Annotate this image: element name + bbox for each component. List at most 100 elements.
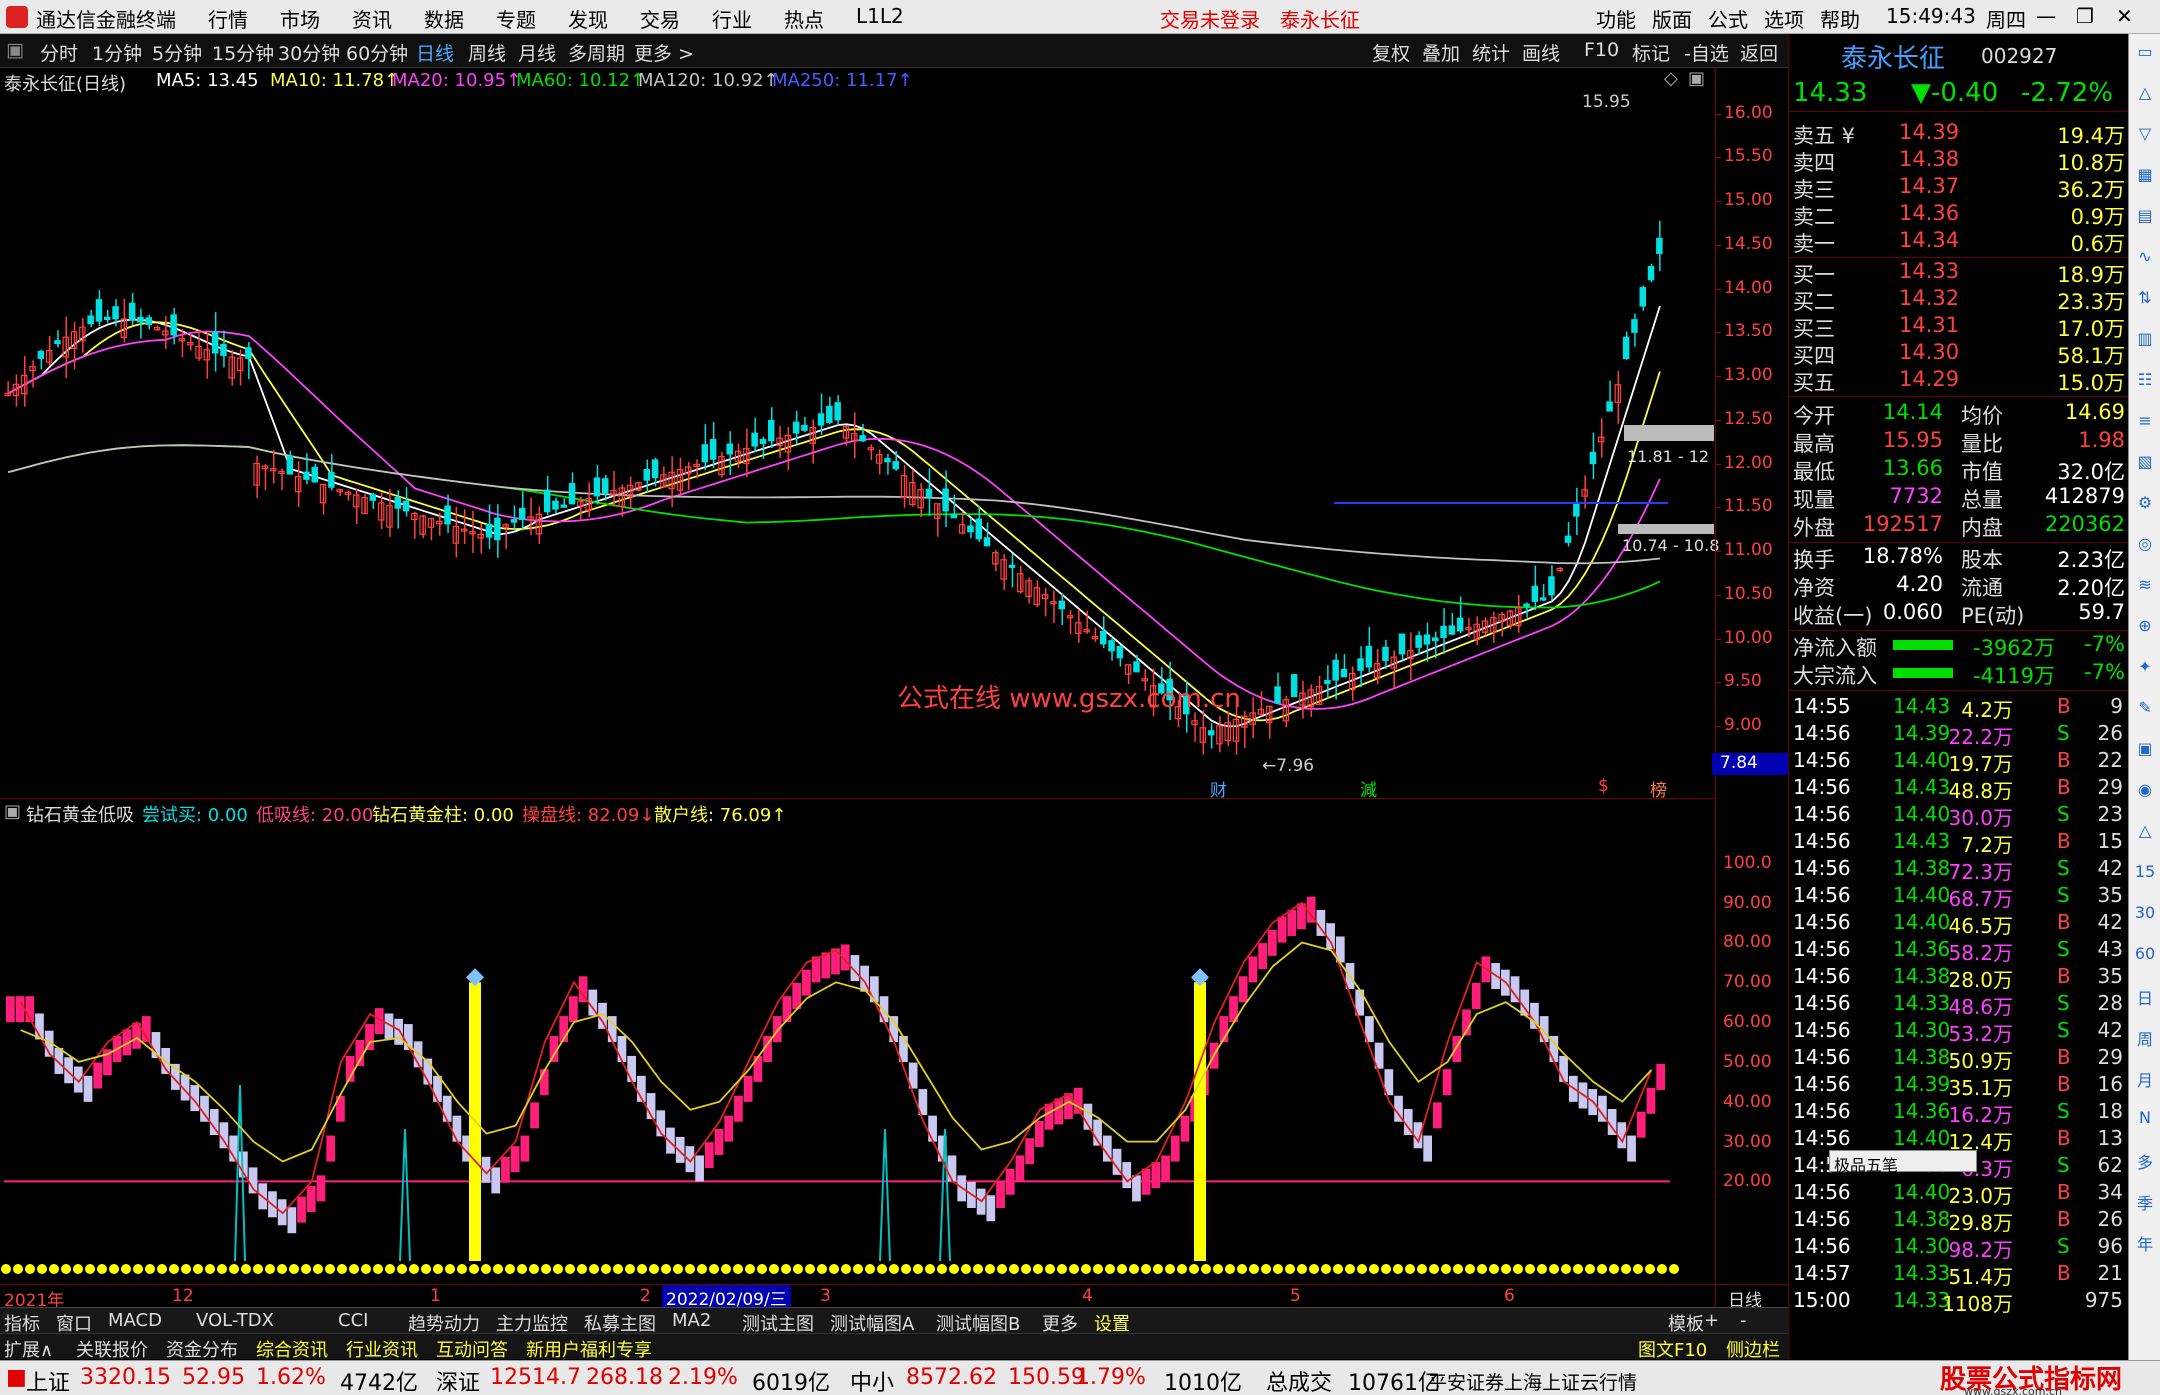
side-tool-icon[interactable]: 日 (2133, 985, 2157, 1009)
close-icon[interactable]: ✕ (2116, 4, 2133, 28)
restore-icon[interactable]: ❐ (2076, 4, 2094, 28)
tab-period-month[interactable]: 月线 (518, 39, 556, 66)
menu-item-formula[interactable]: 公式 (1708, 4, 1748, 33)
side-tool-icon[interactable]: △ (2133, 821, 2157, 845)
side-tool-icon[interactable]: ✦ (2133, 657, 2157, 681)
tab-period-15min[interactable]: 15分钟 (212, 39, 274, 66)
indicator-tab[interactable]: MACD (108, 1310, 162, 1331)
menu-item-topic[interactable]: 专题 (496, 4, 536, 33)
minimize-icon[interactable]: — (2036, 4, 2056, 28)
side-tool-icon[interactable]: ▭ (2133, 42, 2157, 66)
side-tool-icon[interactable]: 月 (2133, 1067, 2157, 1091)
tab-period-1min[interactable]: 1分钟 (92, 39, 142, 66)
template-tab[interactable]: - (1740, 1310, 1747, 1331)
remove-watchlist-button[interactable]: -自选 (1684, 39, 1729, 66)
panel-toggle-icon[interactable]: ▣ (6, 39, 24, 61)
indicator-tab[interactable]: CCI (338, 1310, 368, 1331)
marker-dollar[interactable]: $ (1598, 776, 1609, 796)
extension-tab[interactable]: 互动问答 (436, 1336, 508, 1362)
indicator-tab[interactable]: MA2 (672, 1310, 711, 1331)
menu-item-data[interactable]: 数据 (424, 4, 464, 33)
side-tool-icon[interactable]: 年 (2133, 1231, 2157, 1255)
side-tool-icon[interactable]: ▧ (2133, 452, 2157, 476)
mark-button[interactable]: 标记 (1632, 39, 1670, 66)
tab-period-60min[interactable]: 60分钟 (346, 39, 408, 66)
tab-period-week[interactable]: 周线 (468, 39, 506, 66)
menu-item-layout[interactable]: 版面 (1652, 4, 1692, 33)
back-button[interactable]: 返回 (1740, 39, 1778, 66)
chart-settings-icon[interactable]: ◇ (1664, 68, 1678, 89)
side-tool-icon[interactable]: ⇅ (2133, 288, 2157, 312)
f10-button[interactable]: F10 (1584, 39, 1619, 61)
menu-item-hq[interactable]: 行情 (208, 4, 248, 33)
side-tool-icon[interactable]: ⚙ (2133, 493, 2157, 517)
tab-period-multi[interactable]: 多周期 (568, 39, 625, 66)
side-tool-icon[interactable]: ▽ (2133, 124, 2157, 148)
panel-tab[interactable]: 图文F10 (1638, 1336, 1707, 1362)
tab-period-fenshi[interactable]: 分时 (40, 39, 78, 66)
side-tool-icon[interactable]: N (2133, 1108, 2157, 1132)
stats-button[interactable]: 统计 (1472, 39, 1510, 66)
side-tool-icon[interactable]: ☷ (2133, 370, 2157, 394)
index-zx-amount: 1010亿 (1164, 1371, 1242, 1395)
extension-tab[interactable]: 综合资讯 (256, 1336, 328, 1362)
extension-tab[interactable]: 关联报价 (76, 1336, 148, 1362)
side-tool-icon[interactable]: ◎ (2133, 534, 2157, 558)
index-sh-value: 3320.15 (80, 1365, 171, 1390)
index-sh-name[interactable]: 上证 (26, 1365, 70, 1395)
side-tool-icon[interactable]: 30 (2133, 903, 2157, 927)
side-tool-icon[interactable]: ▤ (2133, 206, 2157, 230)
kline-chart[interactable] (0, 96, 1715, 796)
side-tool-icon[interactable]: 多 (2133, 1149, 2157, 1173)
menu-item-discover[interactable]: 发现 (568, 4, 608, 33)
fuquan-button[interactable]: 复权 (1372, 39, 1410, 66)
trade-status[interactable]: 交易未登录 (1160, 4, 1260, 33)
watermark: 公式在线 www.gszx.com.cn (897, 684, 1241, 714)
index-zx-pct: 1.79% (1076, 1365, 1146, 1390)
chart-expand-icon[interactable]: ▣ (1688, 68, 1705, 89)
menu-item-function[interactable]: 功能 (1596, 4, 1636, 33)
baseline-dot (733, 1264, 743, 1274)
extension-tab[interactable]: 行业资讯 (346, 1336, 418, 1362)
extension-tab[interactable]: 新用户福利专享 (526, 1336, 652, 1362)
menu-item-industry[interactable]: 行业 (712, 4, 752, 33)
side-tool-icon[interactable]: ▥ (2133, 329, 2157, 353)
menu-item-trade[interactable]: 交易 (640, 4, 680, 33)
indicator-expand-icon[interactable]: ▣ (4, 801, 21, 822)
side-tool-icon[interactable]: 周 (2133, 1026, 2157, 1050)
indicator-name[interactable]: 钻石黄金低吸 (26, 801, 134, 827)
side-tool-icon[interactable]: ▣ (2133, 739, 2157, 763)
ime-popup[interactable]: 极品五笔 (1829, 1150, 1977, 1175)
extension-tab[interactable]: 资金分布 (166, 1336, 238, 1362)
menu-item-market[interactable]: 市场 (280, 4, 320, 33)
draw-button[interactable]: 画线 (1522, 39, 1560, 66)
side-tool-icon[interactable]: ∿ (2133, 247, 2157, 271)
side-tool-icon[interactable]: ≡ (2133, 411, 2157, 435)
menu-item-help[interactable]: 帮助 (1820, 4, 1860, 33)
menu-item-hot[interactable]: 热点 (784, 4, 824, 33)
side-tool-icon[interactable]: ✎ (2133, 698, 2157, 722)
indicator-chart[interactable] (0, 826, 1715, 1286)
indicator-tab[interactable]: VOL-TDX (196, 1310, 274, 1331)
index-sz-name[interactable]: 深证 (436, 1365, 480, 1395)
extension-tab[interactable]: 扩展∧ (4, 1336, 53, 1362)
index-zx-name[interactable]: 中小 (850, 1365, 894, 1395)
template-tab[interactable]: + (1704, 1310, 1719, 1331)
menu-item-l1l2[interactable]: L1L2 (856, 4, 904, 28)
baseline-dot (493, 1264, 503, 1274)
tab-period-more[interactable]: 更多 > (634, 39, 694, 66)
tab-period-day[interactable]: 日线 (416, 39, 454, 66)
menu-item-options[interactable]: 选项 (1764, 4, 1804, 33)
side-tool-icon[interactable]: △ (2133, 83, 2157, 107)
side-tool-icon[interactable]: 15 (2133, 862, 2157, 886)
tab-period-5min[interactable]: 5分钟 (152, 39, 202, 66)
overlay-button[interactable]: 叠加 (1422, 39, 1460, 66)
side-tool-icon[interactable]: 季 (2133, 1190, 2157, 1214)
tab-period-30min[interactable]: 30分钟 (278, 39, 340, 66)
side-tool-icon[interactable]: ≋ (2133, 575, 2157, 599)
side-tool-icon[interactable]: ◉ (2133, 780, 2157, 804)
menu-item-news[interactable]: 资讯 (352, 4, 392, 33)
side-tool-icon[interactable]: ▦ (2133, 165, 2157, 189)
side-tool-icon[interactable]: ⊕ (2133, 616, 2157, 640)
side-tool-icon[interactable]: 60 (2133, 944, 2157, 968)
